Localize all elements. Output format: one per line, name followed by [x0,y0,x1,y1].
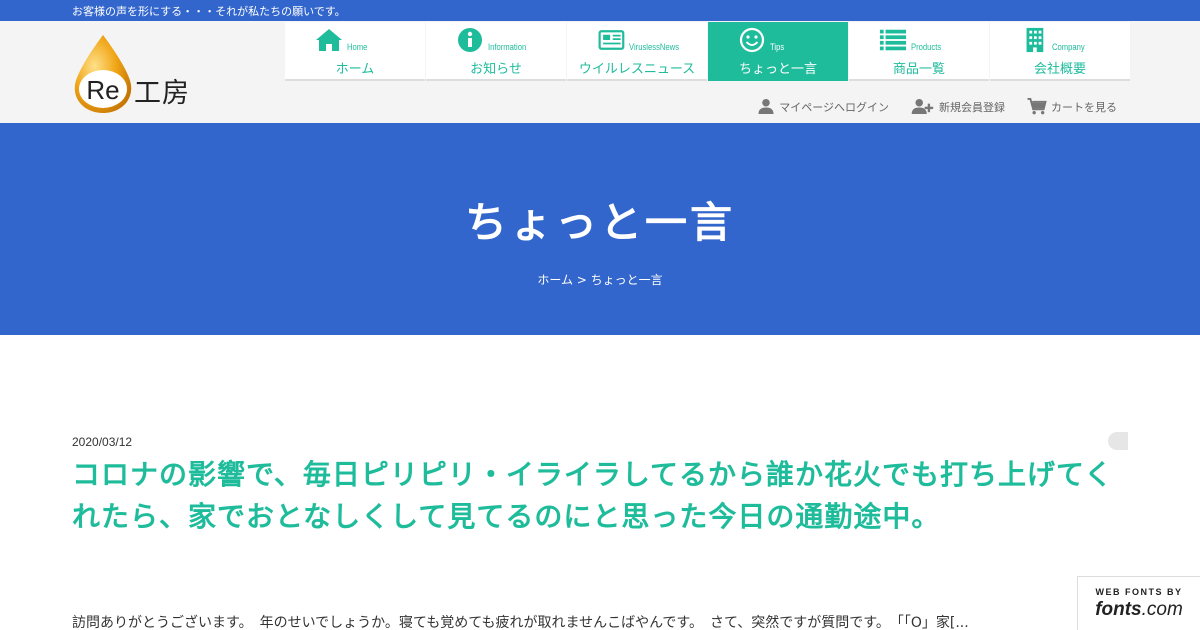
nav-item-tips[interactable]: Tips ちょっと一言 [708,22,848,81]
page-title: ちょっと一言 [464,198,735,247]
user-icon [758,98,774,115]
nav-item-home[interactable]: Home ホーム [285,22,425,81]
scroll-tab[interactable] [1108,432,1128,450]
nav-item-viruslessnews[interactable]: ViruslessNews ウイルレスニュース [567,22,707,81]
register-link[interactable]: 新規会員登録 [911,98,1005,115]
nav-item-products[interactable]: Products 商品一覧 [849,22,989,81]
register-label: 新規会員登録 [939,100,1005,114]
nav-item-company[interactable]: Company 会社概要 [990,22,1130,81]
webfonts-badge[interactable]: WEB FONTS BY fonts.com [1077,576,1200,630]
top-bar: お客様の声を形にする・・・それが私たちの願いです。 [0,0,1200,21]
building-icon [1020,27,1048,53]
svg-text:Re: Re [86,75,119,105]
info-icon [456,27,484,53]
nav-label-en: ViruslessNews [629,42,680,52]
add-user-icon [911,98,934,115]
breadcrumb-home-link[interactable]: ホーム [537,273,573,287]
badge-logo-rest: .com [1141,599,1183,620]
home-icon [315,27,343,53]
tagline: お客様の声を形にする・・・それが私たちの願いです。 [72,5,346,18]
nav-label-jp: ウイルレスニュース [578,62,696,77]
logo-text: 工房 [134,78,190,109]
newspaper-icon [597,27,625,53]
badge-logo-bold: fonts [1095,599,1142,620]
nav-label-en: Products [911,42,942,52]
post-excerpt: 訪問ありがとうございます。 年のせいでしょうか。寝ても覚めても疲れが取れませんこ… [72,615,969,630]
badge-logo: fonts.com [1078,599,1200,621]
cart-label: カートを見る [1051,100,1117,114]
nav-label-jp: ちょっと一言 [738,62,817,77]
mypage-login-label: マイページへログイン [779,100,889,114]
nav-label-jp: ホーム [335,62,375,77]
badge-caption: WEB FONTS BY [1095,587,1183,597]
post-date: 2020/03/12 [72,435,133,449]
breadcrumb-current: ちょっと一言 [590,273,663,287]
nav-label-en: Company [1052,42,1085,52]
post-title[interactable]: コロナの影響で、毎日ピリピリ・イライラしてるから誰か花火でも打ち上げてくれたら、… [72,454,1122,538]
nav-label-jp: 商品一覧 [892,62,945,77]
cart-link[interactable]: カートを見る [1027,98,1117,115]
main-nav: Home ホーム Information お知らせ ViruslessNews … [285,22,1130,81]
cart-icon [1027,98,1047,115]
nav-label-en: Information [488,42,527,52]
nav-label-en: Tips [770,42,785,52]
page-hero: ちょっと一言 ホーム > ちょっと一言 [0,123,1200,335]
smile-icon [738,27,766,53]
list-icon [879,27,907,53]
nav-label-en: Home [347,42,368,52]
utility-links: マイページへログイン 新規会員登録 カートを見る [735,98,1117,115]
nav-label-jp: お知らせ [470,62,522,77]
drop-logo-icon: Re [74,35,132,113]
breadcrumb-separator: > [572,273,591,287]
mypage-login-link[interactable]: マイページへログイン [757,98,889,115]
nav-label-jp: 会社概要 [1033,62,1086,77]
nav-item-information[interactable]: Information お知らせ [426,22,566,81]
breadcrumb: ホーム > ちょっと一言 [0,271,1200,288]
site-logo[interactable]: Re 工房 [72,33,194,115]
